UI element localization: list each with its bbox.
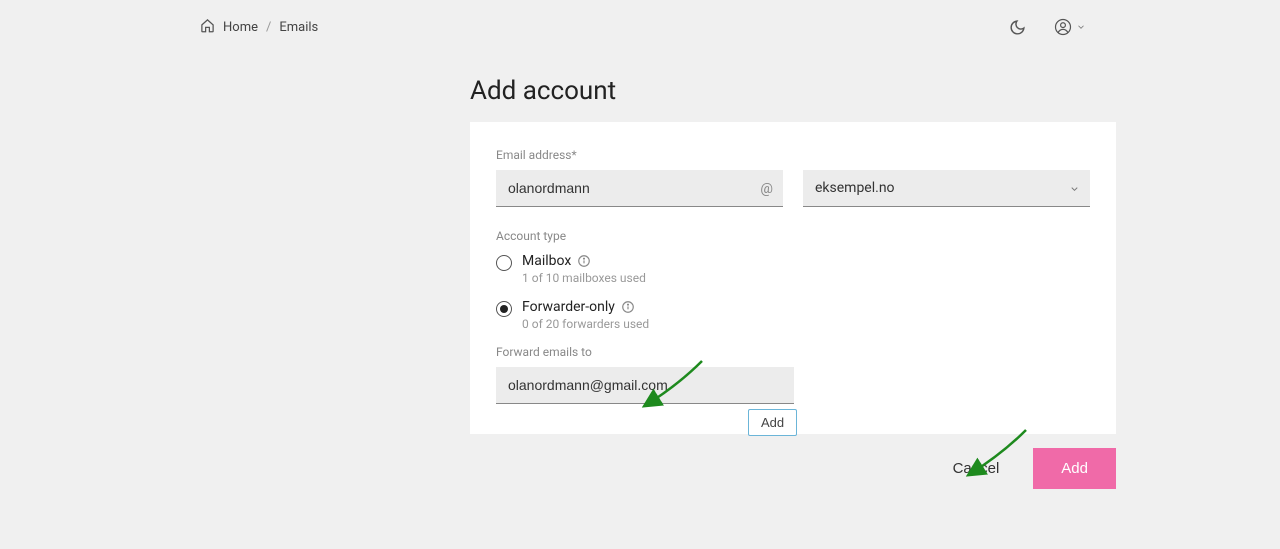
user-menu-button[interactable] [1050, 14, 1090, 40]
domain-selected-value: eksempel.no [815, 180, 895, 196]
add-forward-button[interactable]: Add [748, 409, 797, 436]
home-icon [200, 18, 215, 37]
user-icon [1054, 18, 1072, 36]
domain-select[interactable]: eksempel.no [803, 170, 1090, 207]
page-title: Add account [470, 76, 1116, 106]
add-button[interactable]: Add [1033, 448, 1116, 489]
breadcrumb-home[interactable]: Home [223, 20, 258, 35]
moon-icon [1009, 19, 1026, 36]
breadcrumb-separator: / [266, 20, 271, 35]
info-icon[interactable] [577, 254, 591, 268]
radio-unchecked-icon [496, 255, 512, 271]
radio-mailbox[interactable]: Mailbox 1 of 10 mailboxes used [496, 253, 1090, 285]
radio-forwarder-sub: 0 of 20 forwarders used [522, 317, 1090, 331]
breadcrumb-emails[interactable]: Emails [279, 20, 318, 35]
forward-email-input[interactable] [496, 367, 794, 404]
cancel-button[interactable]: Cancel [935, 448, 1018, 489]
breadcrumb: Home / Emails [200, 18, 318, 37]
chevron-down-icon [1076, 22, 1086, 32]
radio-checked-icon [496, 301, 512, 317]
radio-mailbox-sub: 1 of 10 mailboxes used [522, 271, 1090, 285]
add-account-form: Email address* @ eksempel.no [470, 122, 1116, 434]
email-label: Email address* [496, 148, 1090, 162]
forward-label: Forward emails to [496, 345, 1090, 359]
email-localpart-input[interactable] [496, 170, 783, 207]
radio-forwarder-label: Forwarder-only [522, 299, 615, 315]
account-type-label: Account type [496, 229, 1090, 243]
at-symbol: @ [760, 181, 773, 197]
radio-forwarder[interactable]: Forwarder-only 0 of 20 forwarders used [496, 299, 1090, 331]
info-icon[interactable] [621, 300, 635, 314]
radio-mailbox-label: Mailbox [522, 253, 571, 269]
theme-toggle-button[interactable] [1005, 15, 1030, 40]
